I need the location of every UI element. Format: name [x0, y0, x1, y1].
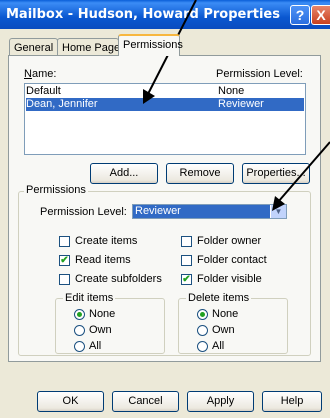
tab-permissions-label: Permissions — [123, 39, 183, 51]
properties-dialog: Mailbox - Hudson, Howard Properties ? X … — [0, 0, 330, 418]
arrow-to-dropdown-icon — [277, 141, 330, 203]
tab-permissions[interactable]: Permissions — [118, 34, 183, 56]
arrow-head-icon — [272, 196, 285, 211]
annotation-arrows — [143, 0, 330, 211]
